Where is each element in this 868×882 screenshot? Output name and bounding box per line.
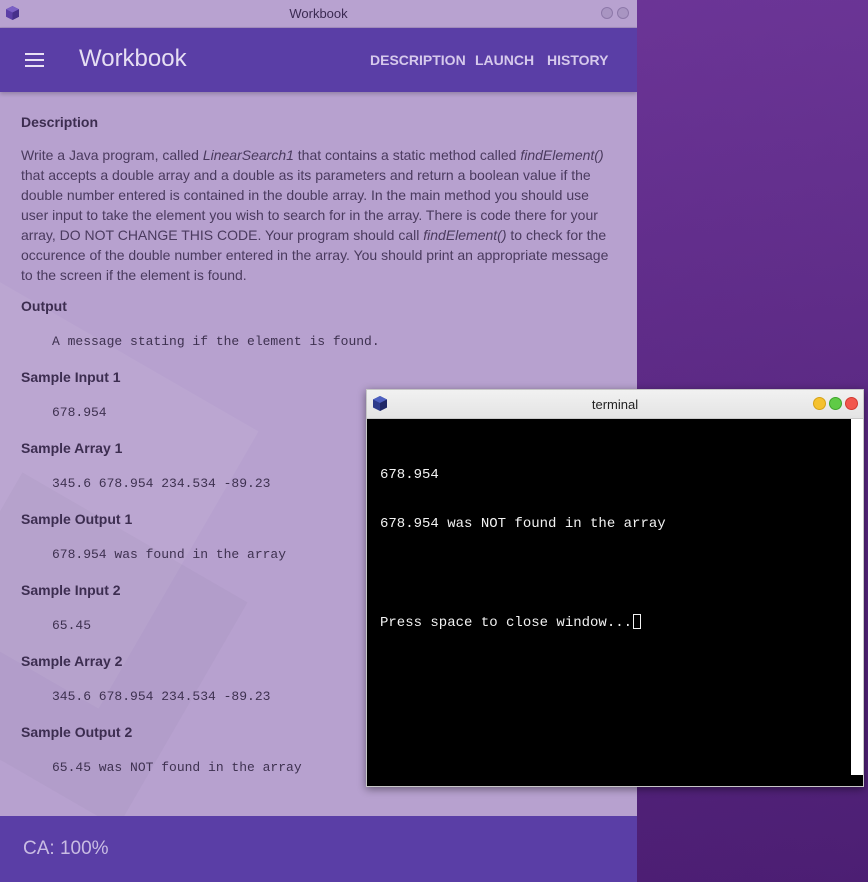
terminal-output[interactable]: 678.954 678.954 was NOT found in the arr…: [380, 435, 848, 663]
nav-history[interactable]: HISTORY: [547, 52, 608, 68]
menu-icon[interactable]: [25, 53, 44, 67]
section-heading-sample-input-1: Sample Input 1: [21, 369, 121, 385]
section-heading-output: Output: [21, 298, 67, 314]
app-bar: Workbook DESCRIPTION LAUNCH HISTORY: [0, 28, 637, 92]
nav-description[interactable]: DESCRIPTION: [370, 52, 466, 68]
terminal-prompt-line: Press space to close window...: [380, 614, 848, 631]
terminal-line: 678.954 was NOT found in the array: [380, 516, 666, 532]
workbook-titlebar[interactable]: Workbook: [0, 0, 637, 28]
minimize-button[interactable]: [813, 397, 826, 410]
method-name: findElement(): [423, 227, 507, 243]
section-heading: Description: [21, 114, 99, 130]
terminal-prompt: Press space to close window...: [380, 615, 633, 631]
app-title: Workbook: [79, 45, 187, 72]
method-name: findElement(): [520, 147, 604, 163]
terminal-title: terminal: [591, 397, 639, 412]
ca-score: CA: 100%: [23, 838, 109, 859]
maximize-button[interactable]: [829, 397, 842, 410]
terminal-titlebar[interactable]: terminal: [367, 390, 863, 419]
close-button[interactable]: [617, 7, 629, 19]
text-cursor: [633, 614, 642, 629]
footer-bar: CA: 100%: [0, 816, 637, 882]
nav-launch[interactable]: LAUNCH: [475, 52, 534, 68]
terminal-line: 678.954: [380, 467, 439, 483]
terminal-scrollbar[interactable]: [851, 419, 863, 775]
window-title: Workbook: [289, 6, 348, 21]
terminal-window[interactable]: terminal 678.954 678.954 was NOT found i…: [366, 389, 864, 787]
description-text: Write a Java program, called LinearSearc…: [21, 147, 609, 283]
scrollbar-corner: [851, 775, 863, 786]
close-button[interactable]: [845, 397, 858, 410]
minimize-button[interactable]: [601, 7, 613, 19]
output-value: A message stating if the element is foun…: [52, 334, 380, 349]
class-name: LinearSearch1: [202, 147, 294, 163]
